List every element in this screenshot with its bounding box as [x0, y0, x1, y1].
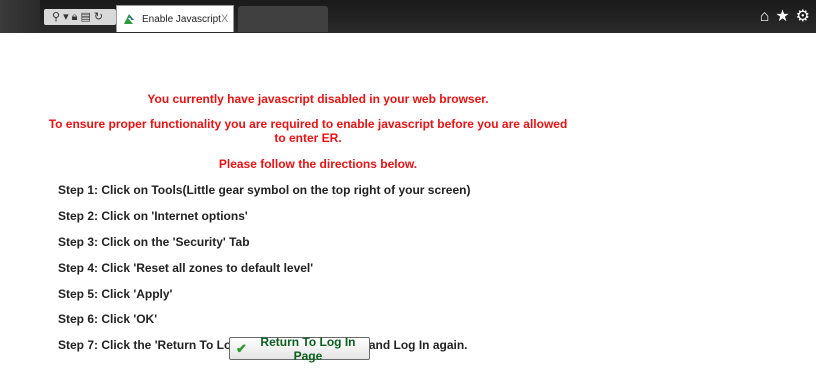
inactive-tab-area — [238, 6, 328, 32]
warning-line-1: You currently have javascript disabled i… — [147, 92, 489, 106]
browser-chrome: ⚲ ▾ 🔒︎ ▤ ↻ Enable Javascript X ⌂ ★ ⚙ — [0, 0, 816, 33]
favicon-icon — [122, 12, 136, 26]
return-to-login-button[interactable]: ✔ Return To Log In Page — [229, 334, 370, 363]
warning-line-2: To ensure proper functionality you are r… — [48, 117, 568, 145]
step-3: Step 3: Click on the 'Security' Tab — [58, 235, 250, 249]
tab-close-icon[interactable]: X — [221, 13, 228, 25]
step-5: Step 5: Click 'Apply' — [58, 287, 173, 301]
search-icon[interactable]: ⚲ — [52, 9, 60, 25]
address-bar-controls: ⚲ ▾ 🔒︎ ▤ ↻ — [44, 9, 116, 25]
dropdown-icon[interactable]: ▾ — [63, 9, 69, 25]
browser-right-controls: ⌂ ★ ⚙ — [760, 7, 810, 27]
chrome-left-area — [0, 0, 40, 33]
tab-title: Enable Javascript — [142, 13, 221, 25]
step-6: Step 6: Click 'OK' — [58, 312, 158, 326]
checkmark-icon: ✔ — [236, 340, 247, 356]
home-icon[interactable]: ⌂ — [760, 7, 770, 27]
refresh-icon[interactable]: ↻ — [94, 9, 103, 25]
step-2: Step 2: Click on 'Internet options' — [58, 209, 248, 223]
lock-icon[interactable]: 🔒︎ — [72, 9, 78, 25]
warning-line-3: Please follow the directions below. — [218, 157, 418, 171]
step-1: Step 1: Click on Tools(Little gear symbo… — [58, 183, 471, 197]
star-icon[interactable]: ★ — [775, 7, 789, 27]
compat-icon[interactable]: ▤ — [80, 9, 90, 25]
return-to-login-label: Return To Log In Page — [260, 334, 356, 363]
browser-tab[interactable]: Enable Javascript X — [116, 5, 234, 32]
step-4: Step 4: Click 'Reset all zones to defaul… — [58, 261, 314, 275]
gear-icon[interactable]: ⚙ — [796, 7, 810, 27]
